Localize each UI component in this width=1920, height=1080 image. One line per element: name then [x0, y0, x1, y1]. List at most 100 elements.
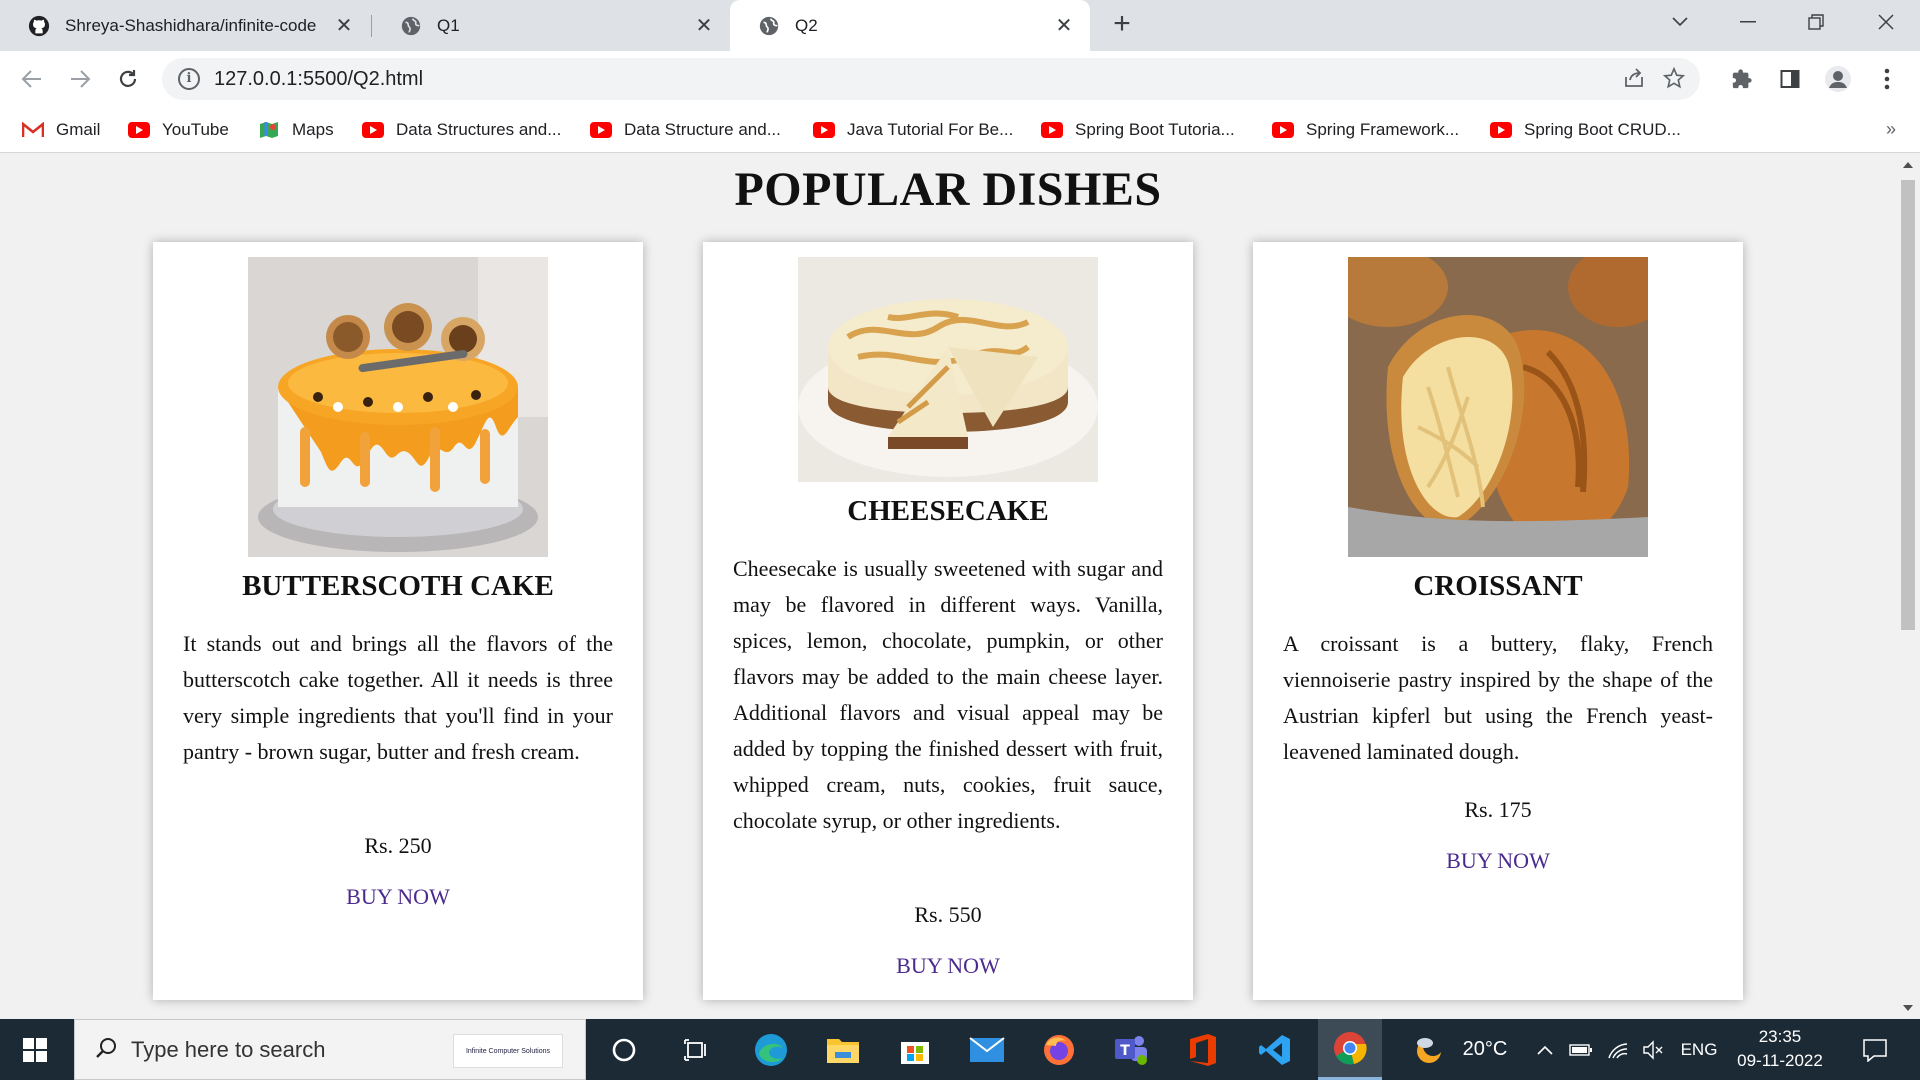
close-tab-icon[interactable]: ✕: [1052, 14, 1076, 38]
extensions-icon[interactable]: [1727, 64, 1757, 94]
taskbar-chrome[interactable]: [1318, 1019, 1382, 1080]
bookmark-gmail[interactable]: Gmail: [22, 117, 100, 143]
dish-price: Rs. 250: [364, 833, 432, 858]
search-icon: [96, 1038, 116, 1058]
weather-widget-icon[interactable]: [1400, 1019, 1460, 1080]
restore-button[interactable]: [1788, 0, 1844, 44]
page-scrollbar[interactable]: [1896, 154, 1920, 1019]
bookmark-star-icon[interactable]: [1662, 66, 1686, 91]
taskbar-vscode[interactable]: [1246, 1019, 1304, 1080]
volume-muted-icon[interactable]: [1638, 1019, 1668, 1080]
wifi-icon[interactable]: [1604, 1019, 1634, 1080]
show-hidden-icons-button[interactable]: [1530, 1019, 1560, 1080]
youtube-icon: [362, 122, 384, 138]
buy-now-link[interactable]: BUY NOW: [153, 884, 643, 910]
bookmark-spring-boot-crud[interactable]: Spring Boot CRUD...: [1490, 117, 1681, 143]
forward-arrow-icon: [71, 70, 91, 88]
edge-icon: [755, 1033, 787, 1066]
buy-now-link[interactable]: BUY NOW: [1253, 848, 1743, 874]
cortana-icon: [612, 1038, 636, 1061]
tab-title: Q2: [795, 15, 818, 35]
buy-now-link[interactable]: BUY NOW: [703, 953, 1193, 979]
dish-price: Rs. 550: [914, 902, 982, 927]
notification-center-button[interactable]: [1850, 1019, 1900, 1080]
bookmark-data-structures-1[interactable]: Data Structures and...: [362, 117, 561, 143]
bookmark-spring-boot-tutorial[interactable]: Spring Boot Tutoria...: [1041, 117, 1235, 143]
gmail-icon: [22, 122, 44, 138]
vscode-icon: [1259, 1034, 1290, 1065]
site-info-icon[interactable]: i: [178, 68, 200, 90]
system-clock[interactable]: 23:35 09-11-2022: [1730, 1025, 1830, 1073]
mail-icon: [969, 1036, 1005, 1062]
language-indicator[interactable]: ENG: [1674, 1019, 1724, 1080]
bookmark-label: Spring Framework...: [1306, 120, 1460, 139]
close-window-button[interactable]: [1858, 0, 1914, 44]
bookmark-spring-framework[interactable]: Spring Framework...: [1272, 117, 1459, 143]
tab-github[interactable]: Shreya-Shashidhara/infinite-code ✕: [0, 0, 370, 51]
bookmark-label: YouTube: [162, 120, 229, 139]
address-bar[interactable]: i 127.0.0.1:5500/Q2.html: [162, 58, 1700, 100]
dish-description: Cheesecake is usually sweetened with sug…: [733, 556, 1163, 833]
youtube-icon: [128, 122, 150, 138]
globe-icon: [759, 16, 779, 35]
reload-button[interactable]: [112, 63, 144, 95]
clock-date: 09-11-2022: [1737, 1051, 1823, 1070]
cheesecake-image: [798, 257, 1098, 482]
bookmarks-bar: Gmail YouTube Maps Data Structures and..…: [0, 107, 1920, 153]
taskbar-teams[interactable]: T: [1102, 1019, 1160, 1080]
bookmark-label: Data Structure and...: [624, 120, 781, 139]
youtube-icon: [590, 122, 612, 138]
profile-avatar[interactable]: [1823, 64, 1853, 94]
taskbar-file-explorer[interactable]: [814, 1019, 872, 1080]
bookmark-youtube[interactable]: YouTube: [128, 117, 229, 143]
tab-search-icon[interactable]: [1652, 0, 1708, 44]
menu-kebab-icon[interactable]: [1872, 64, 1902, 94]
youtube-icon: [813, 122, 835, 138]
start-button[interactable]: [0, 1019, 70, 1080]
taskbar-edge[interactable]: [742, 1019, 800, 1080]
battery-icon[interactable]: [1566, 1019, 1596, 1080]
taskbar-office[interactable]: [1174, 1019, 1232, 1080]
scroll-up-icon[interactable]: [1903, 162, 1913, 168]
bookmark-maps[interactable]: Maps: [258, 117, 334, 143]
dish-name: CROISSANT: [1413, 570, 1583, 602]
forward-button[interactable]: [64, 63, 96, 95]
chevron-up-icon: [1537, 1045, 1553, 1055]
office-icon: [1190, 1033, 1216, 1066]
search-placeholder: Type here to search: [131, 1036, 326, 1062]
notification-icon: [1863, 1038, 1887, 1062]
clock-time: 23:35: [1758, 1027, 1802, 1046]
dish-price: Rs. 175: [1464, 797, 1532, 822]
taskbar-firefox[interactable]: [1030, 1019, 1088, 1080]
dish-name: BUTTERSCOTH CAKE: [242, 570, 554, 602]
bookmarks-overflow-button[interactable]: »: [1886, 119, 1896, 140]
bookmark-data-structures-2[interactable]: Data Structure and...: [590, 117, 781, 143]
minimize-button[interactable]: [1720, 0, 1776, 44]
windows-taskbar: Type here to search Infinite Computer So…: [0, 1019, 1920, 1080]
taskbar-search[interactable]: Type here to search Infinite Computer So…: [74, 1019, 586, 1080]
taskbar-store[interactable]: [886, 1019, 944, 1080]
bookmark-label: Spring Boot Tutoria...: [1075, 120, 1235, 139]
side-panel-icon[interactable]: [1775, 64, 1805, 94]
scroll-down-icon[interactable]: [1903, 1005, 1913, 1011]
tab-q1[interactable]: Q1 ✕: [372, 0, 730, 51]
dish-card-cheesecake: CHEESECAKE Cheesecake is usually sweeten…: [703, 242, 1193, 1000]
back-button[interactable]: [16, 63, 48, 95]
reload-icon: [119, 70, 137, 87]
svg-text:T: T: [1120, 1043, 1130, 1059]
close-tab-icon[interactable]: ✕: [332, 14, 356, 38]
tab-q2[interactable]: Q2 ✕: [730, 0, 1090, 51]
tab-strip: Shreya-Shashidhara/infinite-code ✕ Q1 ✕ …: [0, 0, 1920, 51]
cortana-button[interactable]: [596, 1019, 652, 1080]
task-view-button[interactable]: [668, 1019, 724, 1080]
chrome-icon: [1334, 1032, 1367, 1065]
dish-name: CHEESECAKE: [847, 495, 1049, 527]
close-tab-icon[interactable]: ✕: [692, 14, 716, 38]
dish-description: A croissant is a buttery, flaky, French …: [1283, 631, 1713, 764]
scroll-thumb[interactable]: [1901, 180, 1915, 630]
taskbar-mail[interactable]: [958, 1019, 1016, 1080]
share-icon[interactable]: [1622, 67, 1646, 91]
bookmark-java-tutorial[interactable]: Java Tutorial For Be...: [813, 117, 1013, 143]
weather-temperature[interactable]: 20°C: [1454, 1019, 1516, 1080]
new-tab-button[interactable]: +: [1108, 9, 1136, 39]
